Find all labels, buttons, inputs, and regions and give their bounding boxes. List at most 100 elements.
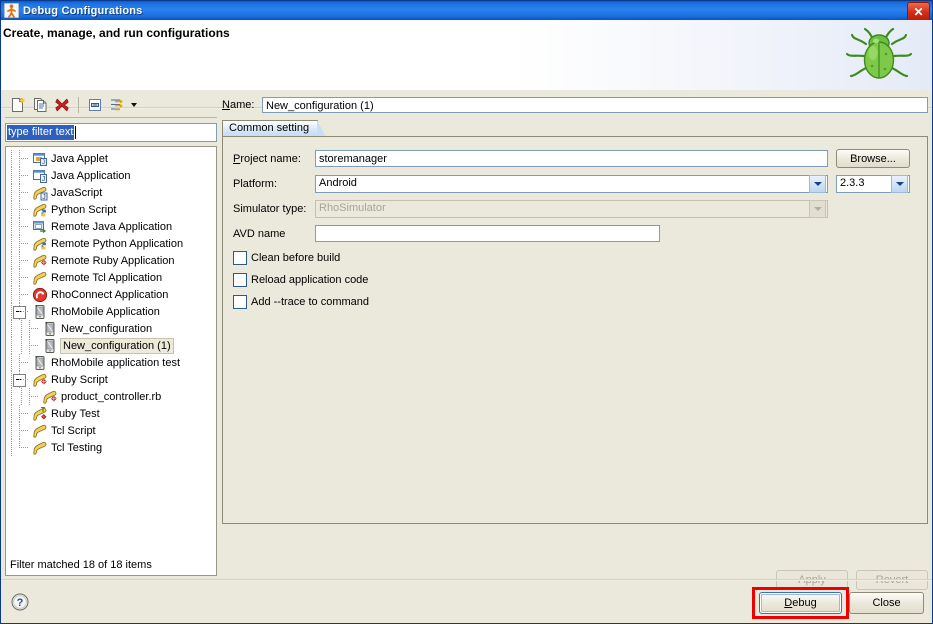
tree-elbow [16,150,32,167]
remote-java-icon [32,219,48,235]
filter-icon[interactable] [107,95,127,115]
tab-common-setting[interactable]: Common setting [222,120,327,137]
tree-item[interactable]: New_configuration [6,320,216,337]
title-bar: Debug Configurations ✕ [1,1,932,21]
version-combo[interactable]: 2.3.3 [836,174,910,193]
javascript-icon: J [32,185,48,201]
tree-elbow [26,388,42,405]
clean-before-build-checkbox[interactable] [233,251,247,265]
tree-item[interactable]: product_controller.rb [6,388,216,405]
avd-name-label: AVD name [233,227,286,240]
tree-guide [6,354,16,371]
svg-text:?: ? [17,597,24,609]
copy-icon[interactable] [30,95,50,115]
simulator-type-label: Simulator type: [233,202,307,215]
tree-guide [6,439,16,456]
tree-item-label: Remote Python Application [51,237,184,250]
tree-item[interactable]: Ruby Script [6,371,216,388]
tree-elbow [13,303,32,320]
tree-item[interactable]: Tcl Testing [6,439,216,456]
platform-row: Platform: Android 2.3.3 [233,174,917,193]
tree-item[interactable]: RhoMobile Application [6,303,216,320]
tree-guide [6,269,16,286]
svg-text:T: T [41,407,46,414]
tree-elbow [16,252,32,269]
configurations-tree[interactable]: J Java Applet J Java Application J JavaScript… [5,146,217,576]
configurations-pane: type filter text J Java Applet J Java Appli… [5,93,217,577]
add-trace-to-command-label: Add --trace to command [251,296,369,308]
tree-item[interactable]: T Ruby Test [6,405,216,422]
avd-name-input[interactable] [315,225,660,242]
dialog-button-bar: Debug Close [759,592,924,614]
search-input[interactable]: type filter text [5,123,217,142]
checkbox-row[interactable]: Clean before build [233,249,917,267]
tree-item[interactable]: RhoConnect Application [6,286,216,303]
project-name-row: Project name: storemanager Browse... [233,149,917,168]
chevron-down-icon[interactable] [891,174,908,193]
add-trace-to-command-checkbox[interactable] [233,295,247,309]
filter-input-value: type filter text [7,125,75,140]
reload-application-code-label: Reload application code [251,274,369,286]
browse-button[interactable]: Browse... [836,149,910,168]
tree-item-label: Python Script [51,203,117,216]
tree-item[interactable]: J Java Applet [6,150,216,167]
toolbar-separator [78,97,79,113]
tree-guide [6,167,16,184]
tree-guide [6,422,16,439]
rhomobile-icon [32,304,48,320]
chevron-down-icon[interactable] [809,174,826,193]
tree-item-label: RhoMobile application test [51,356,181,369]
configurations-toolbar [5,93,217,118]
tree-item[interactable]: Remote Ruby Application [6,252,216,269]
tree-item[interactable]: J JavaScript [6,184,216,201]
tree-item[interactable]: Tcl Script [6,422,216,439]
version-value: 2.3.3 [840,177,865,189]
red-x-icon[interactable] [52,95,72,115]
tree-item-label: Tcl Script [51,424,96,437]
tree-elbow [13,371,32,388]
tree-item-label: Tcl Testing [51,441,103,454]
name-row: Name: New_configuration (1) [222,96,928,114]
checkbox-row[interactable]: Reload application code [233,271,917,289]
tree-item[interactable]: RhoMobile application test [6,354,216,371]
checkbox-row[interactable]: Add --trace to command [233,293,917,311]
chevron-down-icon[interactable] [129,96,138,114]
tree-item[interactable]: Remote Java Application [6,218,216,235]
debug-configurations-dialog: Debug Configurations ✕ Create, manage, a… [0,0,933,624]
debug-button[interactable]: Debug [759,592,842,614]
tree-item[interactable]: Remote Python Application [6,235,216,252]
simulator-type-combo: RhoSimulator [315,199,828,218]
ruby-test-icon: T [32,406,48,422]
platform-combo[interactable]: Android [315,174,828,193]
ruby-script-icon [32,372,48,388]
java-application-icon: J [32,168,48,184]
tree-item[interactable]: Remote Tcl Application [6,269,216,286]
tree-item-label: New_configuration (1) [60,337,174,354]
ruby-script-icon [42,389,58,405]
tree-elbow [16,235,32,252]
tree-guide [6,252,16,269]
tree-item[interactable]: Python Script [6,201,216,218]
project-name-input[interactable]: storemanager [315,150,828,167]
collapse-expander-icon[interactable] [13,374,26,387]
tree-item-label: RhoMobile Application [51,305,160,318]
question-mark-icon[interactable]: ? [11,593,29,611]
name-input[interactable]: New_configuration (1) [262,97,928,113]
platform-value: Android [319,177,357,189]
tree-elbow [16,184,32,201]
tree-elbow [16,201,32,218]
new-file-icon[interactable] [8,95,28,115]
tree-item[interactable]: New_configuration (1) [6,337,216,354]
reload-application-code-checkbox[interactable] [233,273,247,287]
tree-item[interactable]: J Java Application [6,167,216,184]
rhomobile-icon [42,321,58,337]
collapse-expander-icon[interactable] [13,306,26,319]
name-label: Name: [222,99,255,111]
rhomobile-icon [42,338,58,354]
tree-item-label: Remote Tcl Application [51,271,163,284]
close-icon[interactable]: ✕ [907,2,930,21]
close-button[interactable]: Close [849,592,924,614]
tree-elbow [16,269,32,286]
tree-guide [6,235,16,252]
collapse-all-icon[interactable] [85,95,105,115]
